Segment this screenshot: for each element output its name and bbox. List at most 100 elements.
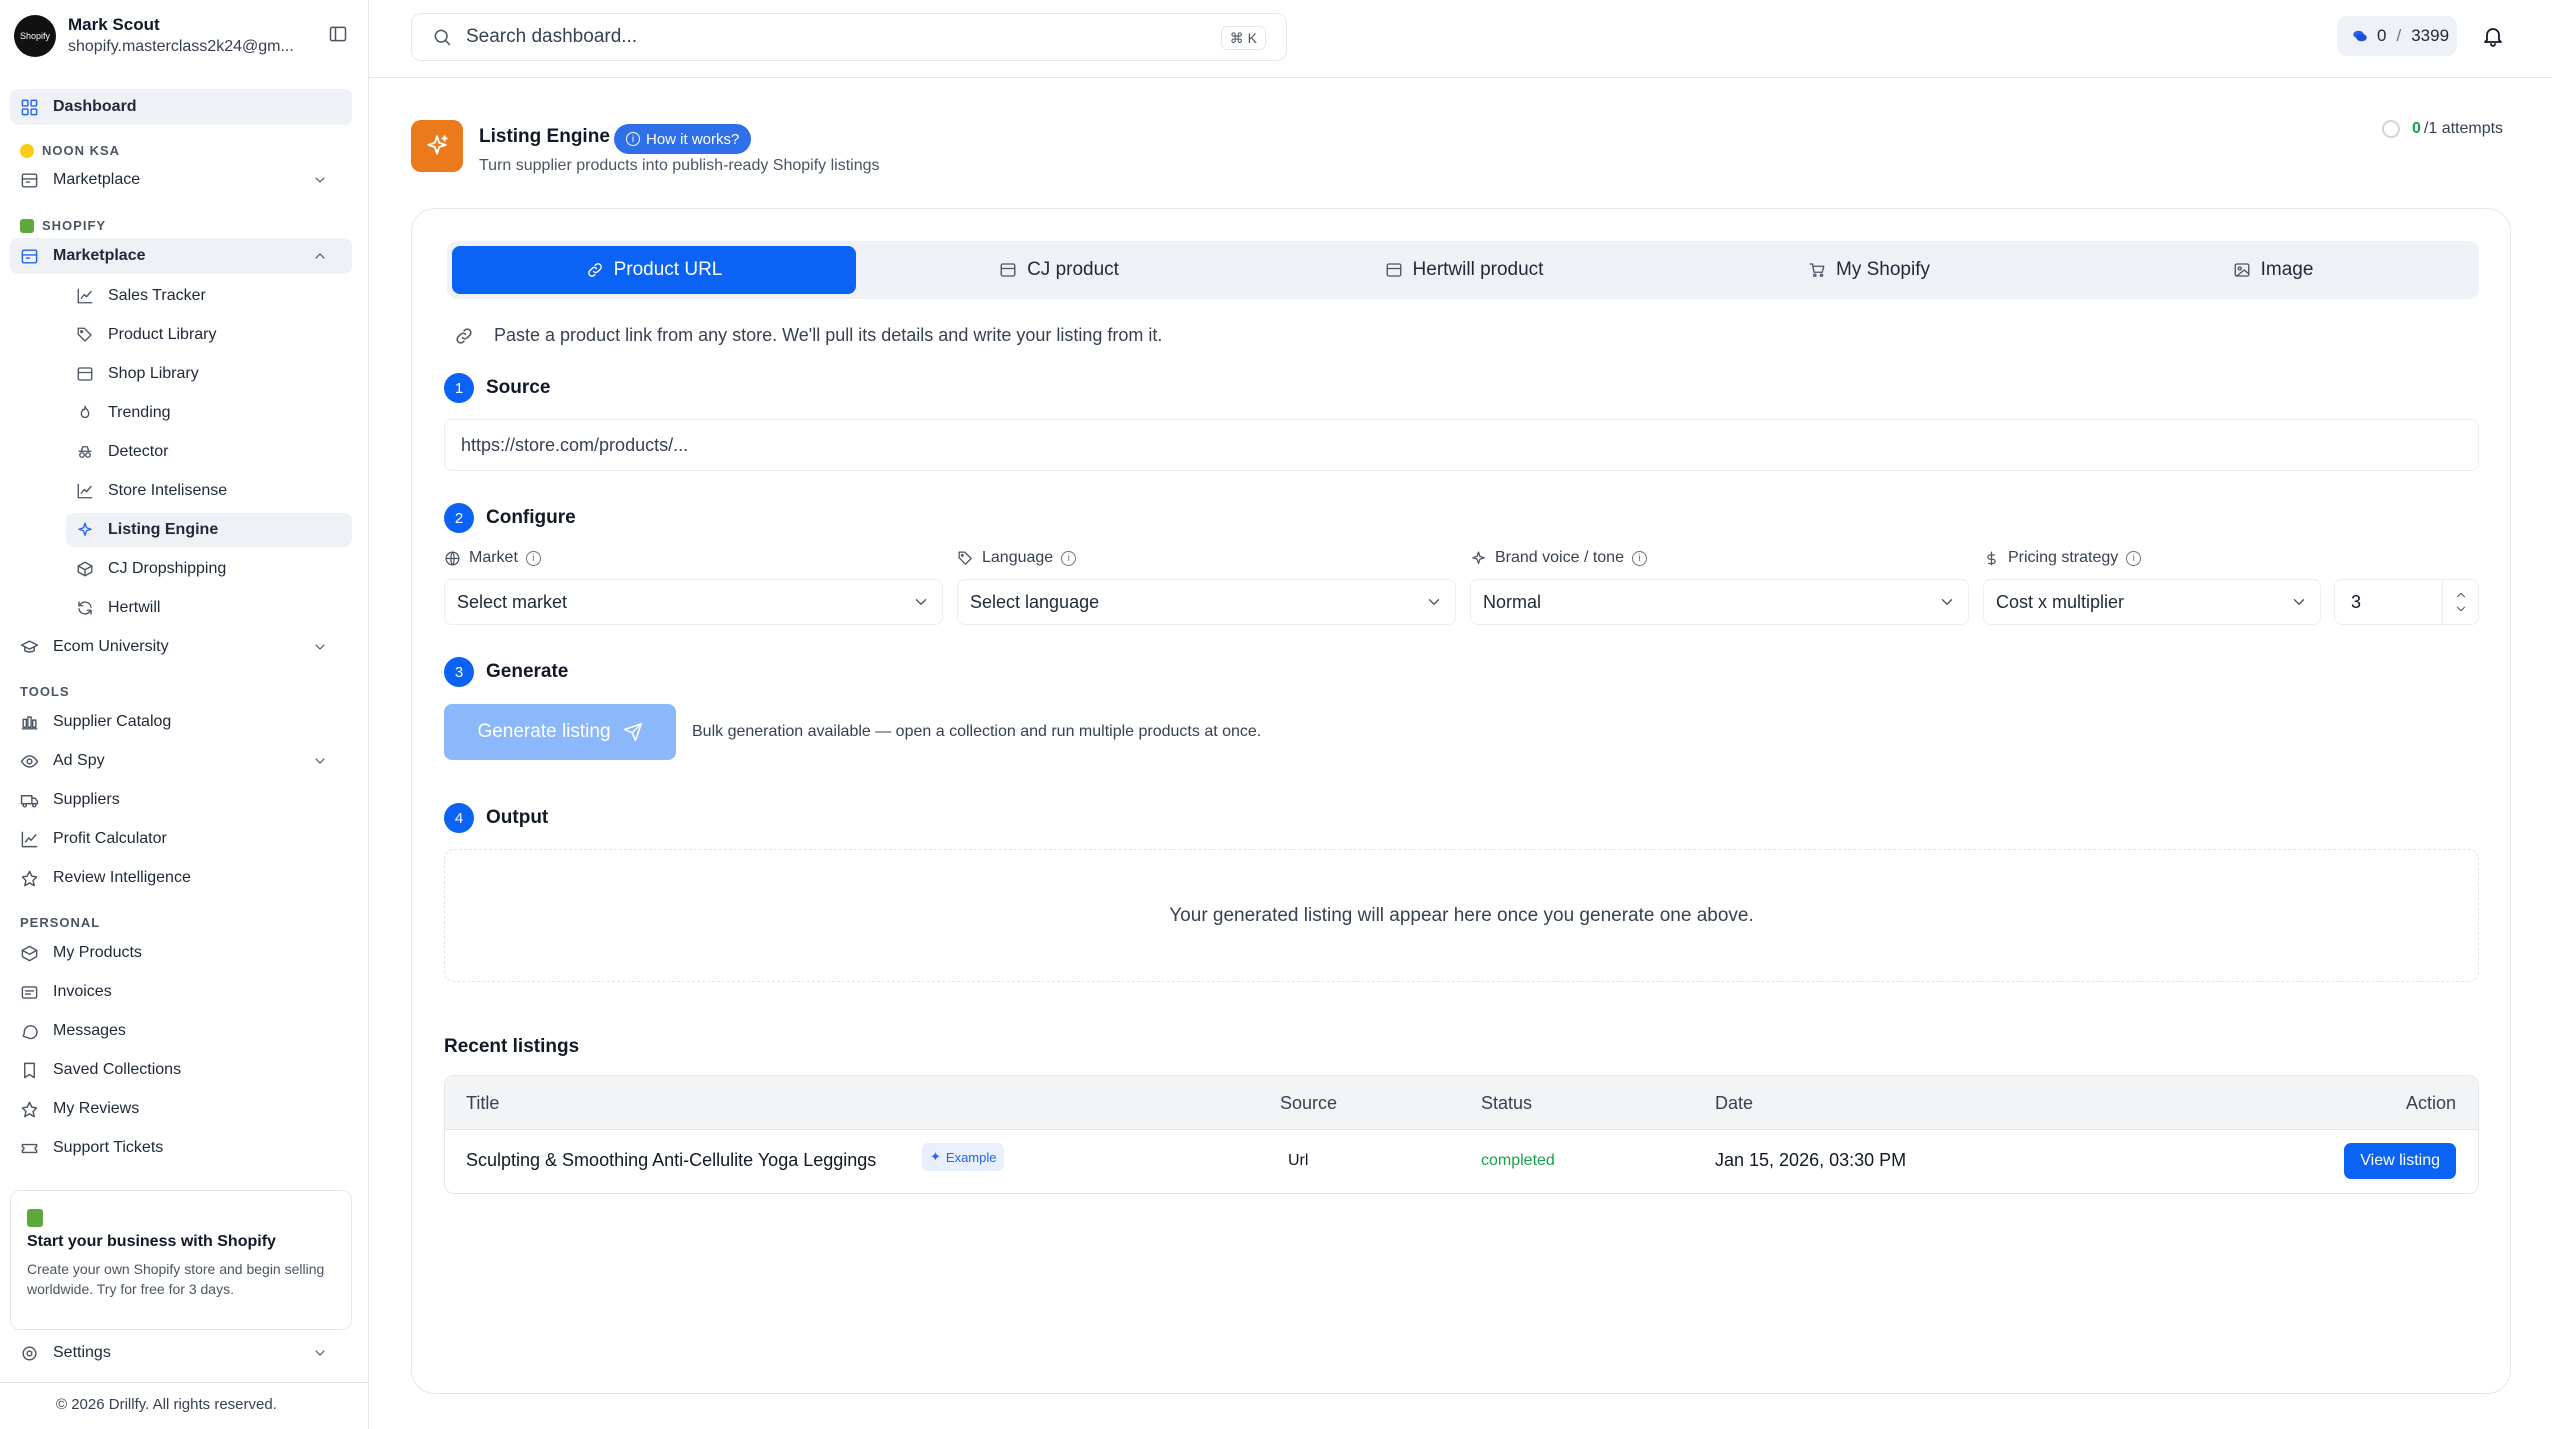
chevron-down-icon (1941, 599, 1953, 605)
store-icon (77, 367, 93, 381)
bell-icon[interactable] (2481, 24, 2505, 48)
sidebar-item-dashboard[interactable]: Dashboard (10, 89, 352, 125)
sidebar-item-profit-calculator[interactable]: Profit Calculator (10, 821, 352, 857)
info-icon[interactable]: i (2126, 550, 2142, 566)
info-icon[interactable]: i (525, 550, 541, 566)
pricing-strategy-select[interactable]: Cost x multiplier (1983, 579, 2321, 625)
store-icon (1386, 263, 1401, 277)
divider (0, 1382, 369, 1383)
step-number: 2 (444, 503, 474, 533)
sidebar-item-supplier-catalog[interactable]: Supplier Catalog (10, 704, 352, 740)
sidebar-item-messages[interactable]: Messages (10, 1013, 352, 1049)
sidebar-item-trending[interactable]: Trending (66, 396, 352, 430)
star-icon (21, 1101, 38, 1117)
tab-image[interactable]: Image (2071, 246, 2475, 294)
step-number: 1 (444, 373, 474, 403)
tab-cj-product[interactable]: CJ product (857, 246, 1261, 294)
progress-ring-icon (2382, 120, 2400, 138)
tab-hertwill-product[interactable]: Hertwill product (1262, 246, 1666, 294)
store-icon (21, 172, 38, 188)
multiplier-stepper[interactable]: 3 (2334, 579, 2479, 625)
sidebar-item-shop-library[interactable]: Shop Library (66, 357, 352, 391)
sidebar-item-label: Marketplace (53, 247, 146, 264)
sidebar-item-listing-engine[interactable]: Listing Engine (66, 513, 352, 547)
search-placeholder: Search dashboard... (466, 26, 638, 47)
how-it-works-button[interactable]: i How it works? (614, 124, 752, 154)
link-icon (456, 327, 472, 344)
credits-separator: / (2396, 26, 2402, 45)
tag-icon (958, 550, 972, 565)
shopify-promo-card[interactable]: Start your business with Shopify Create … (10, 1190, 352, 1330)
market-select[interactable]: Select market (444, 579, 943, 625)
user-profile[interactable]: Shopify Mark Scout shopify.masterclass2k… (14, 14, 354, 58)
step-generate: 3 Generate (444, 657, 568, 687)
chevron-up-icon[interactable] (2454, 588, 2468, 602)
sidebar-item-noon-marketplace[interactable]: Marketplace (10, 162, 352, 198)
sidebar-item-detector[interactable]: Detector (66, 435, 352, 469)
sidebar-toggle-icon[interactable] (328, 24, 348, 44)
sidebar-item-store-intelisense[interactable]: Store Intelisense (66, 474, 352, 508)
credits-total: 3399 (2411, 26, 2450, 45)
example-badge: ✦ Example (922, 1143, 1005, 1171)
status-badge: completed (1481, 1152, 1555, 1169)
brand-voice-select[interactable]: Normal (1470, 579, 1969, 625)
sparkles-icon (1472, 550, 1485, 564)
message-icon (22, 1024, 38, 1039)
tab-product-url[interactable]: Product URL (452, 246, 856, 294)
image-icon (2234, 263, 2250, 277)
sidebar-item-ecom-university[interactable]: Ecom University (10, 629, 352, 665)
sidebar-item-product-library[interactable]: Product Library (66, 318, 352, 352)
page-title: Listing Engine (479, 126, 610, 147)
step-label: Output (486, 807, 549, 828)
sidebar-item-support-tickets[interactable]: Support Tickets (10, 1130, 352, 1166)
language-select[interactable]: Select language (957, 579, 1456, 625)
column-header-title: Title (466, 1093, 500, 1113)
attempts-used: 0 (2412, 120, 2421, 137)
chevron-down-icon[interactable] (2454, 602, 2468, 616)
truck-icon (20, 794, 39, 808)
sidebar-item-settings[interactable]: Settings (10, 1335, 352, 1371)
sidebar-item-sales-tracker[interactable]: Sales Tracker (66, 279, 352, 313)
source-tabs: Product URL CJ product Hertwill product … (447, 241, 2479, 299)
sidebar-item-label: Dashboard (53, 98, 137, 115)
source-hint: Paste a product link from any store. We'… (454, 325, 1162, 346)
sidebar-item-invoices[interactable]: Invoices (10, 974, 352, 1010)
search-icon (434, 29, 451, 46)
sidebar-item-my-reviews[interactable]: My Reviews (10, 1091, 352, 1127)
sidebar-item-saved-collections[interactable]: Saved Collections (10, 1052, 352, 1088)
sidebar-item-my-products[interactable]: My Products (10, 935, 352, 971)
column-header-status: Status (1481, 1093, 1533, 1113)
info-icon: i (626, 132, 640, 146)
chevron-down-icon (315, 758, 325, 764)
credits-counter[interactable]: 0 / 3399 (2337, 16, 2457, 56)
tab-my-shopify[interactable]: My Shopify (1667, 246, 2071, 294)
sidebar-item-suppliers[interactable]: Suppliers (10, 782, 352, 818)
listing-engine-icon (411, 120, 463, 172)
sidebar-item-review-intelligence[interactable]: Review Intelligence (10, 860, 352, 896)
avatar: Shopify (14, 15, 56, 57)
refresh-icon (78, 601, 92, 615)
step-source: 1 Source (444, 373, 550, 403)
sparkles-icon (78, 522, 92, 536)
info-icon[interactable]: i (1061, 550, 1077, 566)
listing-source: Url (1288, 1152, 1309, 1169)
sidebar-item-hertwill[interactable]: Hertwill (66, 591, 352, 625)
generate-listing-button[interactable]: Generate listing (444, 704, 676, 760)
product-url-input[interactable]: https://store.com/products/... (444, 419, 2479, 471)
copyright: © 2026 Drillfy. All rights reserved. (56, 1396, 277, 1413)
sidebar-item-label: Marketplace (53, 171, 141, 188)
store-icon (1000, 263, 1016, 277)
brand-voice-label: Brand voice / tone i (1470, 549, 1647, 567)
credits-used: 0 (2377, 26, 2387, 45)
page-subtitle: Turn supplier products into publish-read… (479, 157, 880, 174)
search-input[interactable]: Search dashboard... ⌘ K (411, 13, 1287, 61)
sidebar-item-ad-spy[interactable]: Ad Spy (10, 743, 352, 779)
gear-icon (22, 1345, 37, 1361)
section-label-personal: PERSONAL (20, 915, 101, 930)
sparkles-icon: ✦ (930, 1149, 941, 1164)
chevron-down-icon (315, 177, 325, 183)
sidebar-item-cj-dropshipping[interactable]: CJ Dropshipping (66, 552, 352, 586)
view-listing-button[interactable]: View listing (2344, 1143, 2456, 1179)
sidebar-item-shopify-marketplace[interactable]: Marketplace (10, 238, 352, 274)
info-icon[interactable]: i (1631, 550, 1647, 566)
